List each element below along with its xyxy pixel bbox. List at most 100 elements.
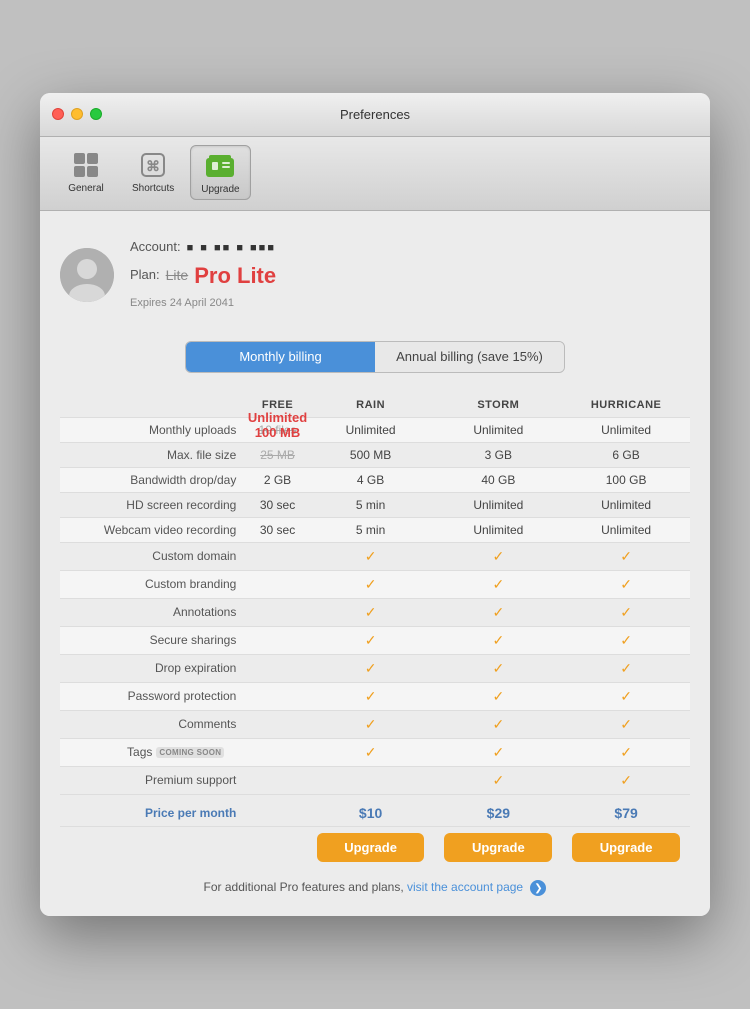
- check-icon: ✓: [492, 744, 504, 760]
- col-header-free: FREE: [248, 391, 306, 418]
- free-value: [248, 570, 306, 598]
- col-header-feature: [60, 391, 248, 418]
- table-row: Bandwidth drop/day 2 GB 4 GB 40 GB 100 G…: [60, 467, 690, 492]
- check-icon: ✓: [620, 744, 632, 760]
- price-label: Price per month: [60, 794, 248, 826]
- account-page-link[interactable]: visit the account page: [407, 880, 523, 894]
- storm-value: 3 GB: [434, 442, 562, 467]
- check-icon: ✓: [620, 660, 632, 676]
- rain-value: ✓: [307, 710, 435, 738]
- table-row: HD screen recording 30 sec 5 min Unlimit…: [60, 492, 690, 517]
- feature-label: Webcam video recording: [60, 517, 248, 542]
- minimize-button[interactable]: [71, 108, 83, 120]
- rain-value: Unlimited: [307, 417, 435, 442]
- storm-value: ✓: [434, 570, 562, 598]
- storm-upgrade-cell: Upgrade: [434, 826, 562, 868]
- hurricane-value: Unlimited: [562, 492, 690, 517]
- hurricane-value: 100 GB: [562, 467, 690, 492]
- rain-upgrade-button[interactable]: Upgrade: [317, 833, 425, 862]
- traffic-lights: [52, 108, 102, 120]
- check-icon: ✓: [492, 548, 504, 564]
- check-icon: ✓: [620, 772, 632, 788]
- hurricane-upgrade-button[interactable]: Upgrade: [572, 833, 680, 862]
- free-value: [248, 766, 306, 794]
- hurricane-price: $79: [562, 794, 690, 826]
- rain-value: ✓: [307, 598, 435, 626]
- feature-label: Tags COMING SOON: [60, 738, 248, 766]
- shortcuts-label: Shortcuts: [132, 183, 174, 194]
- upgrade-icon: [204, 150, 236, 182]
- storm-value: Unlimited: [434, 517, 562, 542]
- check-icon: ✓: [492, 772, 504, 788]
- rain-value: ✓: [307, 682, 435, 710]
- rain-value: ✓: [307, 654, 435, 682]
- rain-value: ✓: [307, 542, 435, 570]
- hurricane-value: ✓: [562, 542, 690, 570]
- rain-value: 4 GB: [307, 467, 435, 492]
- storm-price: $29: [434, 794, 562, 826]
- free-value: [248, 542, 306, 570]
- check-icon: ✓: [492, 660, 504, 676]
- check-icon: ✓: [492, 716, 504, 732]
- table-row: Webcam video recording 30 sec 5 min Unli…: [60, 517, 690, 542]
- monthly-billing-option[interactable]: Monthly billing: [186, 342, 375, 372]
- maximize-button[interactable]: [90, 108, 102, 120]
- footer: For additional Pro features and plans, v…: [60, 880, 690, 897]
- storm-upgrade-button[interactable]: Upgrade: [444, 833, 552, 862]
- tab-upgrade[interactable]: Upgrade: [190, 145, 250, 200]
- storm-value: 40 GB: [434, 467, 562, 492]
- account-label: Account:: [130, 237, 181, 258]
- rain-upgrade-cell: Upgrade: [307, 826, 435, 868]
- storm-value: ✓: [434, 766, 562, 794]
- feature-label: Bandwidth drop/day: [60, 467, 248, 492]
- check-icon: ✓: [492, 576, 504, 592]
- upgrade-label: Upgrade: [201, 184, 239, 195]
- hurricane-value: ✓: [562, 682, 690, 710]
- table-row: Drop expiration ✓ ✓ ✓: [60, 654, 690, 682]
- feature-label: HD screen recording: [60, 492, 248, 517]
- check-icon: ✓: [492, 688, 504, 704]
- avatar: [60, 248, 114, 302]
- rain-value: ✓: [307, 570, 435, 598]
- table-row: Monthly uploads 10 files Unlimited 100 M…: [60, 417, 690, 442]
- rain-value: ✓: [307, 738, 435, 766]
- table-row: Premium support ✓ ✓: [60, 766, 690, 794]
- feature-label: Max. file size: [60, 442, 248, 467]
- rain-value: 5 min: [307, 517, 435, 542]
- free-value: [248, 598, 306, 626]
- arrow-icon: ❯: [530, 880, 546, 896]
- feature-label: Comments: [60, 710, 248, 738]
- feature-label: Secure sharings: [60, 626, 248, 654]
- free-upgrade-cell: [248, 826, 306, 868]
- feature-label: Premium support: [60, 766, 248, 794]
- storm-value: ✓: [434, 542, 562, 570]
- storm-value: ✓: [434, 626, 562, 654]
- content-area: Account: ■ ■ ■■ ■ ■■■ Plan: Lite Pro Lit…: [40, 211, 710, 916]
- hurricane-value: Unlimited: [562, 417, 690, 442]
- window-title: Preferences: [340, 107, 410, 122]
- check-icon: ✓: [365, 716, 377, 732]
- toolbar: General ⌘ Shortcuts Upgrade: [40, 137, 710, 211]
- free-value: [248, 738, 306, 766]
- storm-value: Unlimited: [434, 492, 562, 517]
- feature-label: Monthly uploads: [60, 417, 248, 442]
- plan-expires: Expires 24 April 2041: [130, 295, 276, 313]
- coming-soon-badge: COMING SOON: [156, 747, 224, 758]
- hurricane-value: Unlimited: [562, 517, 690, 542]
- free-value: 30 sec: [248, 492, 306, 517]
- tab-shortcuts[interactable]: ⌘ Shortcuts: [122, 145, 184, 200]
- free-value: 25 MB: [248, 442, 306, 467]
- annual-billing-option[interactable]: Annual billing (save 15%): [375, 342, 564, 372]
- footer-text: For additional Pro features and plans,: [204, 880, 404, 894]
- feature-label: Drop expiration: [60, 654, 248, 682]
- close-button[interactable]: [52, 108, 64, 120]
- tab-general[interactable]: General: [56, 145, 116, 200]
- account-section: Account: ■ ■ ■■ ■ ■■■ Plan: Lite Pro Lit…: [60, 227, 690, 323]
- check-icon: ✓: [620, 632, 632, 648]
- check-icon: ✓: [365, 576, 377, 592]
- free-value: [248, 654, 306, 682]
- free-value: [248, 626, 306, 654]
- feature-label: Annotations: [60, 598, 248, 626]
- plans-table: FREE RAIN STORM HURRICANE Monthly upload…: [60, 391, 690, 868]
- upgrade-row: Upgrade Upgrade Upgrade: [60, 826, 690, 868]
